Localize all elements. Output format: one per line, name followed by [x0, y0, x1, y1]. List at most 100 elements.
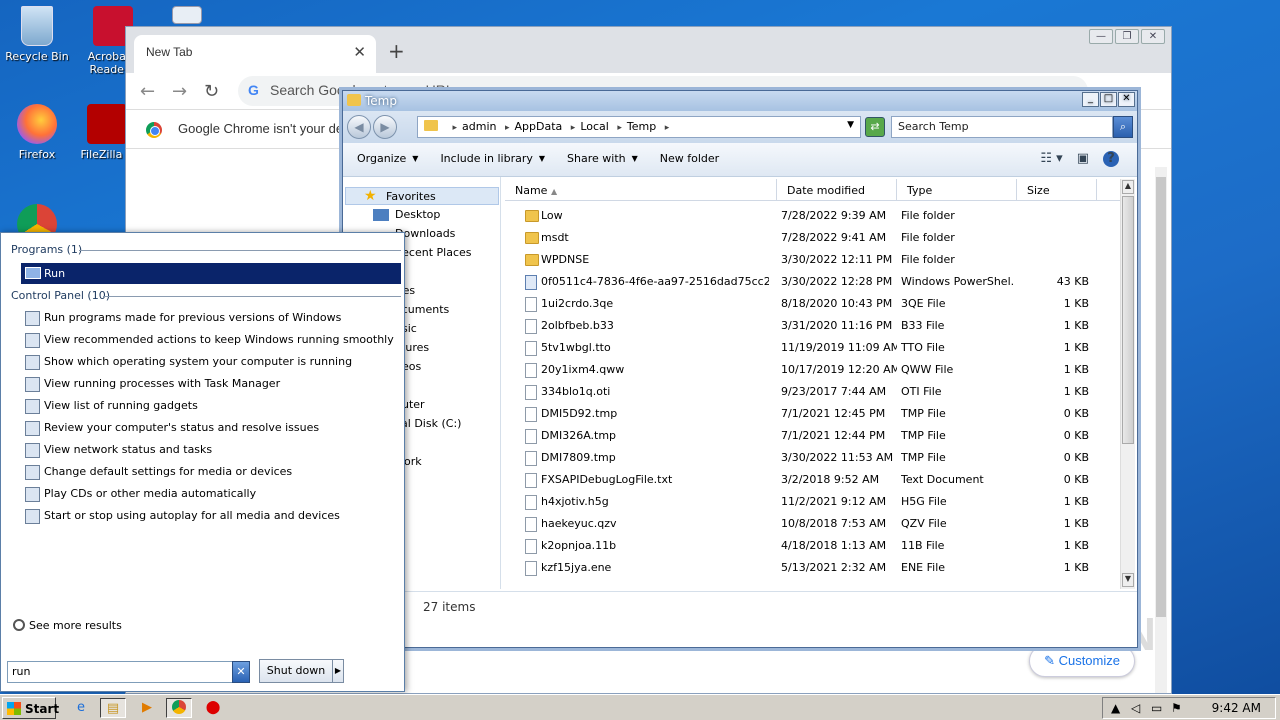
breadcrumb-arrow-icon[interactable]: ▸ [665, 123, 670, 133]
file-row[interactable]: 0f0511c4-7836-4f6e-aa97-2516dad75cc2.ps1… [503, 271, 1123, 293]
minimize-icon[interactable]: — [1089, 29, 1113, 44]
scroll-up-icon[interactable]: ▲ [1122, 180, 1134, 194]
scroll-thumb[interactable] [1156, 177, 1166, 617]
media-player-icon[interactable]: ▶ [134, 698, 160, 718]
close-icon[interactable]: ✕ [1118, 92, 1135, 107]
file-row[interactable]: haekeyuc.qzv 10/8/2018 7:53 AM QZV File 1 K… [503, 513, 1123, 535]
control-panel-item[interactable]: Show which operating system your compute… [25, 352, 395, 374]
nav-item-desktop[interactable]: Desktop [395, 208, 440, 221]
control-panel-item[interactable]: View recommended actions to keep Windows… [25, 330, 395, 352]
file-row[interactable]: DMI5D92.tmp 7/1/2021 12:45 PM TMP File 0 KB [503, 403, 1123, 425]
desktop-icon-recycle-bin[interactable]: Recycle Bin [0, 6, 74, 63]
breadcrumb-item[interactable]: admin [462, 120, 496, 133]
file-row[interactable]: 334blo1q.oti 9/23/2017 7:44 AM OTI File 1 K… [503, 381, 1123, 403]
breadcrumb-arrow-icon[interactable]: ▸ [453, 123, 458, 133]
breadcrumb-arrow-icon[interactable]: ▸ [505, 123, 510, 133]
organize-button[interactable]: Organize ▼ [357, 152, 418, 176]
scroll-thumb[interactable] [1122, 196, 1134, 444]
column-size[interactable]: Size [1017, 179, 1097, 201]
show-hidden-icons-icon[interactable]: ▲ [1111, 701, 1120, 715]
clock[interactable]: 9:42 AM [1212, 701, 1261, 715]
clear-search-icon[interactable]: ✕ [232, 661, 250, 683]
start-button[interactable]: Start [2, 697, 59, 719]
help-icon[interactable]: ? [1103, 151, 1119, 167]
column-date-modified[interactable]: Date modified [777, 179, 897, 201]
breadcrumb-arrow-icon[interactable]: ▸ [571, 123, 576, 133]
share-with-button[interactable]: Share with ▼ [567, 152, 638, 176]
close-tab-icon[interactable]: ✕ [353, 43, 366, 61]
file-row[interactable]: WPDNSE 3/30/2022 12:11 PM File folder [503, 249, 1123, 271]
window-title: Temp [365, 94, 397, 108]
network-icon[interactable]: ▭ [1151, 701, 1162, 715]
maximize-icon[interactable]: ❐ [1115, 29, 1139, 44]
control-panel-item[interactable]: View list of running gadgets [25, 396, 395, 418]
file-row[interactable]: 5tv1wbgl.tto 11/19/2019 11:09 AM TTO File 1… [503, 337, 1123, 359]
search-input[interactable]: Search Temp [891, 116, 1113, 138]
file-row[interactable]: Low 7/28/2022 9:39 AM File folder [503, 205, 1123, 227]
control-panel-item[interactable]: Change default settings for media or dev… [25, 462, 395, 484]
file-row[interactable]: h4xjotiv.h5g 11/2/2021 9:12 AM H5G File 1 K… [503, 491, 1123, 513]
refresh-icon[interactable]: ⇄ [865, 117, 885, 137]
chrome-taskbar-icon[interactable] [166, 698, 192, 718]
breadcrumb[interactable]: ▸ admin ▸ AppData ▸ Local ▸ Temp ▸ ▼ [417, 116, 861, 138]
column-name[interactable]: Name ▲ [505, 179, 777, 201]
control-panel-item[interactable]: View running processes with Task Manager [25, 374, 395, 396]
breadcrumb-item[interactable]: Temp [627, 120, 656, 133]
desktop-icon-document[interactable] [150, 6, 224, 28]
new-tab-icon[interactable]: + [388, 39, 405, 63]
back-icon[interactable]: ◀ [347, 115, 371, 139]
control-panel-item[interactable]: Start or stop using autoplay for all med… [25, 506, 395, 528]
include-in-library-button[interactable]: Include in library ▼ [440, 152, 545, 176]
breadcrumb-item[interactable]: Local [580, 120, 609, 133]
column-type[interactable]: Type [897, 179, 1017, 201]
customize-button[interactable]: ✎ Customize [1029, 645, 1135, 677]
nav-favorites[interactable]: ★ Favorites [345, 187, 499, 205]
preview-pane-icon[interactable]: ▣ [1077, 151, 1089, 167]
action-center-flag-icon[interactable]: ⚑ [1171, 701, 1182, 715]
view-options-icon[interactable]: ☷ ▾ [1040, 151, 1062, 167]
file-row[interactable]: 1ui2crdo.3qe 8/18/2020 10:43 PM 3QE File 1 … [503, 293, 1123, 315]
control-panel-item[interactable]: Review your computer's status and resolv… [25, 418, 395, 440]
chrome-tab[interactable]: New Tab ✕ [134, 35, 376, 73]
close-window-icon[interactable]: ✕ [1141, 29, 1165, 44]
breadcrumb-arrow-icon[interactable]: ▸ [617, 123, 622, 133]
new-folder-button[interactable]: New folder [660, 152, 719, 176]
run-result[interactable]: Run [21, 263, 401, 284]
stop-icon[interactable]: ⬤ [200, 698, 226, 718]
start-search-input[interactable]: run [7, 661, 233, 683]
scroll-down-icon[interactable]: ▼ [1122, 573, 1134, 587]
desktop-icon-firefox[interactable]: Firefox [0, 104, 74, 161]
explorer-taskbar-icon[interactable]: ▤ [100, 698, 126, 718]
file-row[interactable]: 20y1ixm4.qww 10/17/2019 12:20 AM QWW File 1… [503, 359, 1123, 381]
file-row[interactable]: FXSAPIDebugLogFile.txt 3/2/2018 9:52 AM Te… [503, 469, 1123, 491]
breadcrumb-item[interactable]: AppData [515, 120, 563, 133]
volume-icon[interactable]: ◁ [1131, 701, 1140, 715]
column-name-label: Name [515, 184, 548, 197]
file-row[interactable]: kzf15jya.ene 5/13/2021 2:32 AM ENE File 1 K… [503, 557, 1123, 579]
shutdown-button[interactable]: Shut down [259, 659, 333, 683]
history-dropdown-icon[interactable]: ▼ [847, 120, 854, 130]
internet-explorer-icon[interactable]: e [68, 698, 94, 718]
file-row[interactable]: 2olbfbeb.b33 3/31/2020 11:16 PM B33 File 1 … [503, 315, 1123, 337]
sort-ascending-icon: ▲ [550, 187, 558, 196]
nav-item-recent-places[interactable]: Recent Places [395, 246, 472, 259]
file-row[interactable]: DMI326A.tmp 7/1/2021 12:44 PM TMP File 0 KB [503, 425, 1123, 447]
control-panel-item[interactable]: Play CDs or other media automatically [25, 484, 395, 506]
file-row[interactable]: msdt 7/28/2022 9:41 AM File folder [503, 227, 1123, 249]
control-panel-item[interactable]: Run programs made for previous versions … [25, 308, 395, 330]
control-panel-item[interactable]: View network status and tasks [25, 440, 395, 462]
reload-icon[interactable]: ↻ [204, 81, 219, 102]
back-arrow-icon[interactable]: ← [140, 81, 155, 102]
file-date: 10/8/2018 7:53 AM [781, 517, 887, 530]
minimize-icon[interactable]: _ [1082, 92, 1099, 107]
maximize-icon[interactable]: □ [1100, 92, 1117, 107]
see-more-results[interactable]: See more results [13, 619, 122, 632]
explorer-titlebar[interactable]: Temp _ □ ✕ [343, 91, 1137, 111]
file-list-scrollbar[interactable]: ▲ ▼ [1120, 179, 1135, 589]
file-row[interactable]: k2opnjoa.11b 4/18/2018 1:13 AM 11B File 1 K… [503, 535, 1123, 557]
forward-icon[interactable]: ▶ [373, 115, 397, 139]
file-row[interactable]: DMI7809.tmp 3/30/2022 11:53 AM TMP File 0 K… [503, 447, 1123, 469]
shutdown-options-icon[interactable]: ▶ [332, 659, 344, 683]
search-icon[interactable]: ⌕ [1113, 116, 1133, 138]
forward-arrow-icon[interactable]: → [172, 81, 187, 102]
